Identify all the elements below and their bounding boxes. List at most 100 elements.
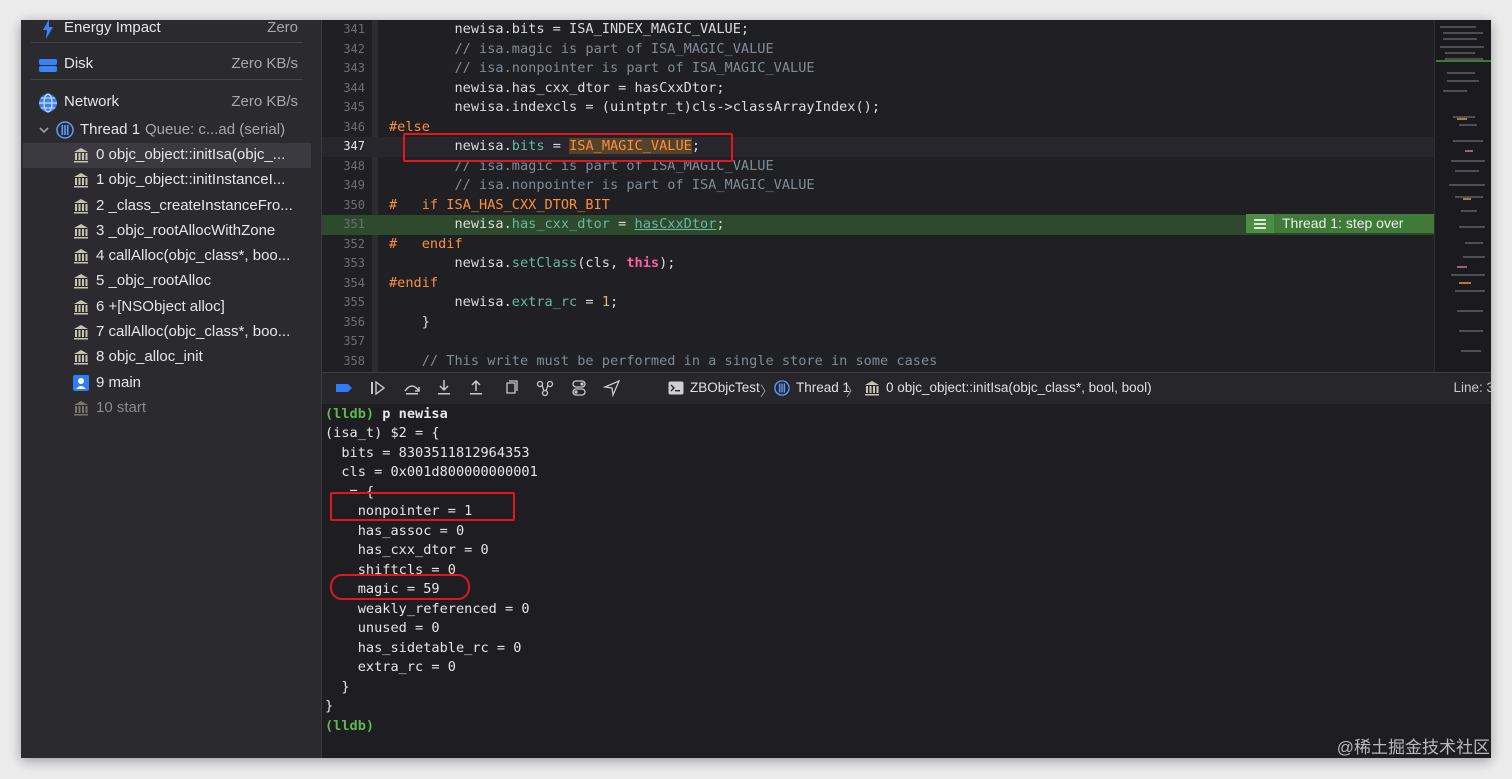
code-line[interactable]: 349 // isa.nonpointer is part of ISA_MAG…	[322, 176, 1434, 196]
disk-icon	[39, 59, 57, 72]
line-number: 347	[343, 139, 365, 153]
code-text: // isa.nonpointer is part of ISA_MAGIC_V…	[389, 177, 815, 193]
stack-frame-label: 3 _objc_rootAllocWithZone	[96, 221, 276, 239]
code-line[interactable]: 356 }	[322, 313, 1434, 333]
stack-frame[interactable]: 9 main	[21, 371, 321, 396]
stack-frame[interactable]: 6 +[NSObject alloc]	[21, 295, 321, 320]
console-output-line: bits = 8303511812964353	[325, 444, 529, 464]
line-number: 350	[343, 197, 365, 212]
gauge-disk[interactable]: Disk Zero KB/s	[21, 46, 321, 83]
breadcrumb-frame[interactable]: 0 objc_object::initIsa(objc_class*, bool…	[886, 380, 1152, 395]
code-line[interactable]: 350 # if ISA_HAS_CXX_DTOR_BIT	[322, 196, 1434, 216]
gauge-value: Zero KB/s	[231, 55, 298, 72]
annotation-oval-magic	[330, 574, 470, 600]
view-hierarchy-icon[interactable]	[503, 379, 521, 397]
debug-navigator: Energy Impact Zero Disk Zero KB/s Networ…	[21, 20, 322, 758]
chevron-down-icon[interactable]	[39, 125, 49, 135]
stack-frames: 0 objc_object::initIsa(objc_... 1 objc_ob…	[21, 143, 321, 421]
memory-graph-icon[interactable]	[536, 379, 554, 397]
simulate-location-icon[interactable]	[603, 379, 621, 397]
breadcrumb-thread[interactable]: Thread 1	[796, 380, 850, 395]
stack-frame[interactable]: 2 _class_createInstanceFro...	[21, 194, 321, 219]
continue-icon[interactable]	[369, 379, 387, 397]
code-line[interactable]: 341 newisa.bits = ISA_INDEX_MAGIC_VALUE;	[322, 20, 1434, 40]
gauge-value: Zero	[267, 20, 298, 36]
code-text: // isa.nonpointer is part of ISA_MAGIC_V…	[389, 60, 815, 76]
console-output-line: }	[325, 678, 349, 698]
terminal-icon	[668, 381, 684, 395]
stack-frame[interactable]: 7 callAlloc(objc_class*, boo...	[21, 320, 321, 345]
output-text: weakly_referenced = 0	[325, 600, 530, 617]
code-line[interactable]: 344 newisa.has_cxx_dtor = hasCxxDtor;	[322, 79, 1434, 99]
code-text: # endif	[389, 235, 463, 252]
line-number: 354	[343, 275, 365, 290]
annotation-box-isa-magic	[403, 133, 733, 162]
gauge-label: Energy Impact	[64, 20, 161, 36]
minimap-preview	[1436, 26, 1491, 352]
line-number: 352	[343, 236, 365, 251]
lldb-prompt: (lldb)	[325, 717, 375, 734]
gauge-label: Disk	[64, 55, 94, 72]
code-line[interactable]: 345 newisa.indexcls = (uintptr_t)cls->cl…	[322, 98, 1434, 118]
framework-icon	[74, 274, 88, 289]
stack-frame[interactable]: 8 objc_alloc_init	[21, 345, 321, 370]
divider	[31, 79, 303, 80]
output-text: has_assoc = 0	[325, 522, 465, 539]
stack-frame[interactable]: 10 start	[21, 396, 321, 421]
code-line[interactable]: 355 newisa.extra_rc = 1;	[322, 293, 1434, 313]
code-line[interactable]: 353 newisa.setClass(cls, this);	[322, 254, 1434, 274]
line-number: 342	[343, 41, 365, 56]
code-line[interactable]: 342 // isa.magic is part of ISA_MAGIC_VA…	[322, 40, 1434, 60]
console-output-line: weakly_referenced = 0	[325, 600, 530, 620]
stack-frame[interactable]: 5 _objc_rootAlloc	[21, 269, 321, 294]
line-indicator: Line: 3	[1453, 380, 1491, 395]
line-number: 343	[343, 61, 365, 75]
line-number: 357	[343, 334, 365, 348]
thread-row[interactable]: Thread 1 Queue: c...ad (serial)	[21, 119, 321, 143]
framework-icon	[74, 148, 88, 163]
thread-icon	[56, 121, 74, 139]
user-code-icon	[73, 374, 89, 391]
step-over-icon[interactable]	[403, 379, 421, 397]
thread-step-badge[interactable]: Thread 1: step over	[1246, 214, 1434, 233]
step-into-icon[interactable]	[435, 379, 453, 397]
minimap[interactable]	[1434, 20, 1491, 372]
stack-frame-label: 8 objc_alloc_init	[96, 348, 203, 366]
breadcrumb-target[interactable]: ZBObjcTest	[690, 380, 760, 395]
stack-frame[interactable]: 0 objc_object::initIsa(objc_...	[23, 143, 311, 169]
debug-bar: ZBObjcTest 〉 Thread 1 〉 0 objc_object::i…	[322, 372, 1491, 405]
stack-frame[interactable]: 1 objc_object::initInstanceI...	[21, 168, 321, 193]
output-text: (isa_t) $2 = {	[325, 425, 440, 441]
gauge-network[interactable]: Network Zero KB/s	[21, 84, 321, 121]
step-out-icon[interactable]	[467, 379, 485, 397]
code-line[interactable]: 357	[322, 332, 1434, 352]
code-text: newisa.extra_rc = 1;	[389, 294, 619, 310]
gauge-value: Zero KB/s	[231, 93, 298, 110]
code-line[interactable]: 343 // isa.nonpointer is part of ISA_MAG…	[322, 59, 1434, 79]
stack-frame-label: 9 main	[96, 373, 142, 391]
lldb-console[interactable]: (lldb) p newisa (isa_t) $2 = { bits = 830…	[322, 404, 1491, 758]
stack-frame[interactable]: 3 _objc_rootAllocWithZone	[21, 219, 321, 244]
console-output-line: has_cxx_dtor = 0	[325, 541, 489, 561]
annotation-box-nonpointer	[330, 492, 515, 521]
console-output-line: extra_rc = 0	[325, 658, 456, 678]
console-output-line: cls = 0x001d800000000001	[325, 463, 537, 483]
framework-icon	[74, 198, 88, 214]
code-text: newisa.has_cxx_dtor = hasCxxDtor;	[389, 216, 725, 232]
stack-frame[interactable]: 4 callAlloc(objc_class*, boo...	[21, 244, 321, 269]
code-text: newisa.bits = ISA_INDEX_MAGIC_VALUE;	[389, 21, 750, 37]
source-editor[interactable]: 341 newisa.bits = ISA_INDEX_MAGIC_VALUE;…	[322, 20, 1491, 372]
framework-icon	[74, 299, 88, 315]
environment-overrides-icon[interactable]	[570, 379, 588, 397]
lldb-prompt: (lldb)	[325, 405, 375, 422]
breakpoints-toggle-icon[interactable]	[335, 379, 353, 397]
watermark: @稀土掘金技术社区	[1336, 738, 1490, 757]
framework-icon	[865, 381, 879, 396]
output-text: has_cxx_dtor = 0	[325, 542, 489, 558]
console-prompt-line: (lldb) p newisa	[325, 405, 448, 425]
code-line[interactable]: 352 # endif	[322, 235, 1434, 255]
code-line[interactable]: 354 #endif	[322, 274, 1434, 294]
output-text: has_sidetable_rc = 0	[325, 639, 522, 656]
line-number: 355	[343, 295, 365, 309]
code-line[interactable]: 358 // This write must be performed in a…	[322, 352, 1434, 372]
